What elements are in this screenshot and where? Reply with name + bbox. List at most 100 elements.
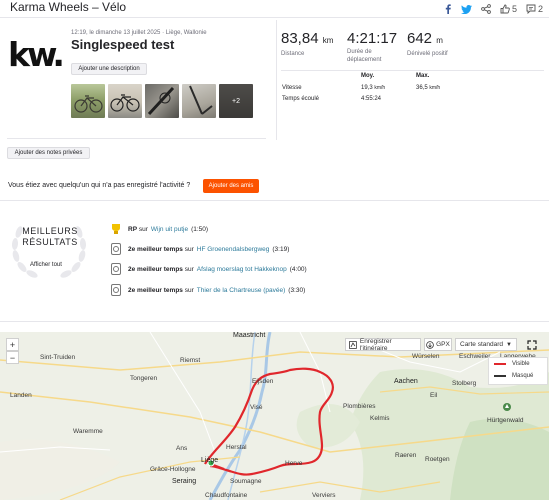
twitter-icon (460, 4, 472, 14)
comments-button[interactable]: 2 (526, 1, 543, 17)
legend-hidden: Masqué (489, 370, 547, 382)
map-label: Raeren (395, 452, 417, 459)
segment-rank: 2e meilleur temps (128, 286, 183, 294)
zoom-in-button[interactable]: + (6, 338, 19, 351)
segment-rank: 2e meilleur temps (128, 265, 183, 273)
map-label: Riemst (180, 357, 201, 364)
speed-max: 36,5 km/h (416, 85, 441, 91)
duration-label-1: Durée de (347, 49, 372, 55)
athlete-avatar[interactable]: kw. (8, 38, 65, 72)
map-label: Liège (201, 457, 219, 464)
segment-link[interactable]: Wijn uit putje (151, 226, 188, 233)
comment-count: 2 (537, 4, 543, 14)
elapsed-value: 4:55:24 (361, 96, 382, 102)
map-label: Herve (285, 460, 303, 467)
segment-row: 2e meilleur temps sur HF Groenendalsberg… (110, 243, 289, 255)
segment-rank: RP (128, 225, 138, 233)
map-label: Plombières (343, 403, 376, 410)
share-button[interactable] (481, 1, 491, 17)
bike-detail-icon (147, 86, 175, 116)
photo-thumbnail[interactable] (182, 84, 216, 118)
divider-vertical (276, 20, 277, 140)
segment-row: 2e meilleur temps sur Afslag moerslag to… (110, 263, 307, 275)
bike-detail-icon (189, 85, 213, 115)
download-icon (426, 340, 434, 349)
segment-rank: 2e meilleur temps (128, 245, 183, 253)
map-label: Sint-Truiden (40, 354, 76, 361)
page-title: Karma Wheels – Vélo (10, 0, 127, 14)
facebook-share-button[interactable] (444, 1, 452, 17)
duration-value: 4:21:17 (347, 30, 398, 47)
zoom-out-button[interactable]: − (6, 351, 19, 364)
elevation-label: Dénivelé positif (407, 51, 448, 57)
segment-link[interactable]: HF Groenendalsbergweg (197, 246, 270, 253)
fullscreen-icon (526, 339, 537, 350)
distance-value: 83,84 (281, 30, 319, 47)
gpx-label: GPX (436, 341, 450, 348)
photo-thumbnail[interactable] (71, 84, 105, 118)
divider (281, 70, 544, 71)
bike-photo-icon (74, 95, 103, 113)
column-max-header: Max. (416, 73, 430, 79)
activity-meta: 12:19, le dimanche 13 juillet 2025 · Liè… (71, 30, 207, 36)
kudos-button[interactable]: 5 (500, 1, 517, 17)
photo-thumbnail[interactable] (108, 84, 142, 118)
elevation-value: 642 (407, 30, 433, 47)
private-notes-button[interactable]: Ajouter des notes privées (7, 147, 90, 159)
map-label: Aachen (394, 378, 418, 385)
distance-label: Distance (281, 51, 305, 57)
map-label: Eschweiler (459, 353, 491, 360)
map-label: Herstal (226, 444, 247, 451)
map-label: Eijsden (252, 378, 274, 385)
show-all-link[interactable]: Afficher tout (30, 262, 62, 268)
trophy-gold-icon (110, 223, 121, 235)
comment-icon (526, 4, 536, 14)
twitter-share-button[interactable] (460, 1, 472, 17)
fullscreen-button[interactable] (524, 338, 539, 351)
stat-elevation: 642 m Dénivelé positif (407, 30, 448, 58)
thumbs-up-icon (500, 4, 510, 14)
segment-time: (3:19) (272, 245, 290, 253)
save-route-button[interactable]: Enregistrer l'itinéraire (345, 338, 421, 352)
medal-silver-icon (110, 243, 121, 255)
segment-row: 2e meilleur temps sur Thier de la Chartr… (110, 284, 305, 296)
legend-visible: Visible (489, 358, 547, 370)
map-legend: Visible Masqué (488, 357, 548, 385)
map-label: Soumagne (230, 478, 262, 485)
legend-swatch (494, 363, 506, 365)
best-efforts-title-line1: MEILLEURS (22, 226, 78, 236)
route-map[interactable]: Maastricht Sint-Truiden Riemst Tongeren … (0, 332, 549, 500)
map-label: Waremme (73, 428, 103, 435)
chevron-down-icon: ▼ (506, 341, 512, 348)
add-description-button[interactable]: Ajouter une description (71, 63, 147, 75)
segment-link[interactable]: Thier de la Chartreuse (pavée) (197, 287, 286, 294)
speed-avg: 19,3 km/h (361, 85, 386, 91)
gpx-download-button[interactable]: GPX (424, 338, 452, 351)
map-label: Seraing (172, 478, 197, 485)
legend-swatch (494, 375, 506, 377)
map-type-value: Carte standard (460, 341, 503, 348)
bike-photo-icon (110, 94, 140, 112)
map-label: Tongeren (130, 375, 158, 382)
map-label: Chaudfontaine (205, 492, 248, 499)
map-label: Eil (430, 392, 438, 399)
map-type-select[interactable]: Carte standard ▼ (455, 338, 517, 351)
elevation-unit: m (436, 36, 443, 45)
add-friends-button[interactable]: Ajouter des amis (203, 179, 259, 193)
map-label: Ans (176, 445, 188, 452)
map-label: Verviers (312, 492, 336, 499)
map-label: Würselen (412, 353, 440, 360)
segment-time: (3:30) (288, 286, 306, 294)
segment-time: (4:00) (289, 265, 307, 273)
segment-link[interactable]: Afslag moerslag tot Hakkeknop (197, 266, 287, 273)
best-efforts-title: MEILLEURS RÉSULTATS (10, 226, 90, 248)
photo-thumbnail-more[interactable]: +2 (219, 84, 253, 118)
unrecorded-partner-question: Vous étiez avec quelqu'un qui n'a pas en… (8, 182, 191, 189)
facebook-icon (445, 4, 451, 14)
divider (7, 138, 266, 139)
segment-row: RP sur Wijn uit putje (1:50) (110, 223, 208, 235)
map-label: Stolberg (452, 380, 477, 387)
map-label: Visé (250, 404, 263, 411)
photo-thumbnail[interactable] (145, 84, 179, 118)
kudos-count: 5 (511, 4, 517, 14)
